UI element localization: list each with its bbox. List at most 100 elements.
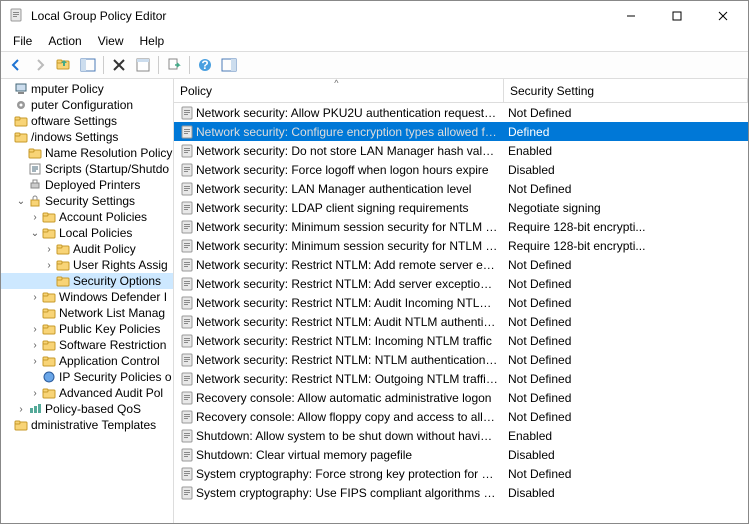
tree-item[interactable]: Name Resolution Policy <box>1 145 173 161</box>
expand-icon[interactable]: › <box>15 404 27 415</box>
list-header: Policy Security Setting <box>174 79 748 103</box>
tree-item[interactable]: mputer Policy <box>1 81 173 97</box>
tree-item[interactable]: oftware Settings <box>1 113 173 129</box>
policy-icon <box>178 353 196 367</box>
tree-item[interactable]: ›Public Key Policies <box>1 321 173 337</box>
tree-item[interactable]: ›Advanced Audit Pol <box>1 385 173 401</box>
policy-row[interactable]: Network security: Minimum session securi… <box>174 236 748 255</box>
policy-row[interactable]: Network security: LAN Manager authentica… <box>174 179 748 198</box>
folder-icon <box>41 226 57 240</box>
toolbar: ? <box>1 51 748 79</box>
close-button[interactable] <box>700 1 746 31</box>
toolbar-separator <box>189 56 190 74</box>
policy-row[interactable]: Network security: Restrict NTLM: Incomin… <box>174 331 748 350</box>
folder-icon <box>55 274 71 288</box>
tree-item[interactable]: Security Options <box>1 273 173 289</box>
expand-icon[interactable]: › <box>29 388 41 399</box>
tree-item[interactable]: Deployed Printers <box>1 177 173 193</box>
expand-icon[interactable]: › <box>29 356 41 367</box>
policy-row[interactable]: System cryptography: Use FIPS compliant … <box>174 483 748 502</box>
scope-tree[interactable]: mputer Policyputer Configurationoftware … <box>1 79 174 523</box>
expand-icon[interactable]: › <box>29 212 41 223</box>
tree-item[interactable]: Network List Manag <box>1 305 173 321</box>
policy-row[interactable]: Network security: Restrict NTLM: Add ser… <box>174 274 748 293</box>
forward-button[interactable] <box>29 54 51 76</box>
menubar: File Action View Help <box>1 31 748 51</box>
tree-item-label: Network List Manag <box>59 306 165 320</box>
policy-row[interactable]: Network security: Restrict NTLM: Outgoin… <box>174 369 748 388</box>
policy-row[interactable]: Network security: Minimum session securi… <box>174 217 748 236</box>
tree-item[interactable]: ›Policy-based QoS <box>1 401 173 417</box>
expand-icon[interactable]: › <box>29 340 41 351</box>
policy-name: Network security: Allow PKU2U authentica… <box>196 106 502 120</box>
back-button[interactable] <box>5 54 27 76</box>
policy-setting: Not Defined <box>502 410 748 424</box>
policy-setting: Require 128-bit encrypti... <box>502 220 748 234</box>
delete-button[interactable] <box>108 54 130 76</box>
tree-item[interactable]: ›Account Policies <box>1 209 173 225</box>
policy-row[interactable]: Network security: Restrict NTLM: Audit N… <box>174 312 748 331</box>
tree-item[interactable]: ›User Rights Assig <box>1 257 173 273</box>
tree-item[interactable]: IP Security Policies o <box>1 369 173 385</box>
policy-icon <box>178 277 196 291</box>
policy-row[interactable]: Shutdown: Allow system to be shut down w… <box>174 426 748 445</box>
maximize-button[interactable] <box>654 1 700 31</box>
tree-item[interactable]: ›Audit Policy <box>1 241 173 257</box>
policy-name: Network security: Restrict NTLM: Audit I… <box>196 296 502 310</box>
policy-icon <box>178 315 196 329</box>
policy-row[interactable]: Network security: Force logoff when logo… <box>174 160 748 179</box>
policy-row[interactable]: Network security: Configure encryption t… <box>174 122 748 141</box>
menu-view[interactable]: View <box>90 32 132 50</box>
tree-item[interactable]: ⌄Security Settings <box>1 193 173 209</box>
column-policy[interactable]: Policy <box>174 79 504 102</box>
policy-row[interactable]: Network security: Restrict NTLM: Add rem… <box>174 255 748 274</box>
tree-item[interactable]: ›Software Restriction <box>1 337 173 353</box>
policy-row[interactable]: Recovery console: Allow automatic admini… <box>174 388 748 407</box>
expand-icon[interactable]: ⌄ <box>15 196 27 207</box>
policy-row[interactable]: System cryptography: Force strong key pr… <box>174 464 748 483</box>
show-hide-action-pane-button[interactable] <box>218 54 240 76</box>
minimize-button[interactable] <box>608 1 654 31</box>
tree-item[interactable]: ›Windows Defender I <box>1 289 173 305</box>
policy-setting: Negotiate signing <box>502 201 748 215</box>
expand-icon[interactable]: › <box>29 324 41 335</box>
tree-item-label: Deployed Printers <box>45 178 140 192</box>
policy-row[interactable]: Network security: Do not store LAN Manag… <box>174 141 748 160</box>
menu-help[interactable]: Help <box>132 32 173 50</box>
help-button[interactable]: ? <box>194 54 216 76</box>
tree-item[interactable]: ›Application Control <box>1 353 173 369</box>
tree-item[interactable]: puter Configuration <box>1 97 173 113</box>
policy-row[interactable]: Network security: Allow PKU2U authentica… <box>174 103 748 122</box>
properties-button[interactable] <box>132 54 154 76</box>
tree-item-label: oftware Settings <box>31 114 117 128</box>
up-button[interactable] <box>53 54 75 76</box>
tree-item-label: dministrative Templates <box>31 418 156 432</box>
expand-icon[interactable]: ⌄ <box>29 228 41 239</box>
expand-icon[interactable]: › <box>29 292 41 303</box>
menu-action[interactable]: Action <box>40 32 89 50</box>
policy-setting: Disabled <box>502 448 748 462</box>
tree-item[interactable]: Scripts (Startup/Shutdo <box>1 161 173 177</box>
policy-row[interactable]: Network security: LDAP client signing re… <box>174 198 748 217</box>
policy-list[interactable]: Network security: Allow PKU2U authentica… <box>174 103 748 523</box>
expand-icon[interactable]: › <box>43 260 55 271</box>
tree-item[interactable]: /indows Settings <box>1 129 173 145</box>
policy-setting: Enabled <box>502 429 748 443</box>
export-button[interactable] <box>163 54 185 76</box>
menu-file[interactable]: File <box>5 32 40 50</box>
policy-row[interactable]: Recovery console: Allow floppy copy and … <box>174 407 748 426</box>
tree-item[interactable]: dministrative Templates <box>1 417 173 433</box>
expand-icon[interactable]: › <box>43 244 55 255</box>
policy-name: System cryptography: Use FIPS compliant … <box>196 486 502 500</box>
folder-icon <box>13 114 29 128</box>
policy-name: Network security: Restrict NTLM: Add rem… <box>196 258 502 272</box>
tree-item[interactable]: ⌄Local Policies <box>1 225 173 241</box>
show-hide-tree-button[interactable] <box>77 54 99 76</box>
lock-icon <box>27 194 43 208</box>
policy-row[interactable]: Network security: Restrict NTLM: NTLM au… <box>174 350 748 369</box>
printer-icon <box>27 178 43 192</box>
policy-row[interactable]: Network security: Restrict NTLM: Audit I… <box>174 293 748 312</box>
policy-row[interactable]: Shutdown: Clear virtual memory pagefileD… <box>174 445 748 464</box>
policy-icon <box>178 296 196 310</box>
column-security-setting[interactable]: Security Setting <box>504 79 748 102</box>
